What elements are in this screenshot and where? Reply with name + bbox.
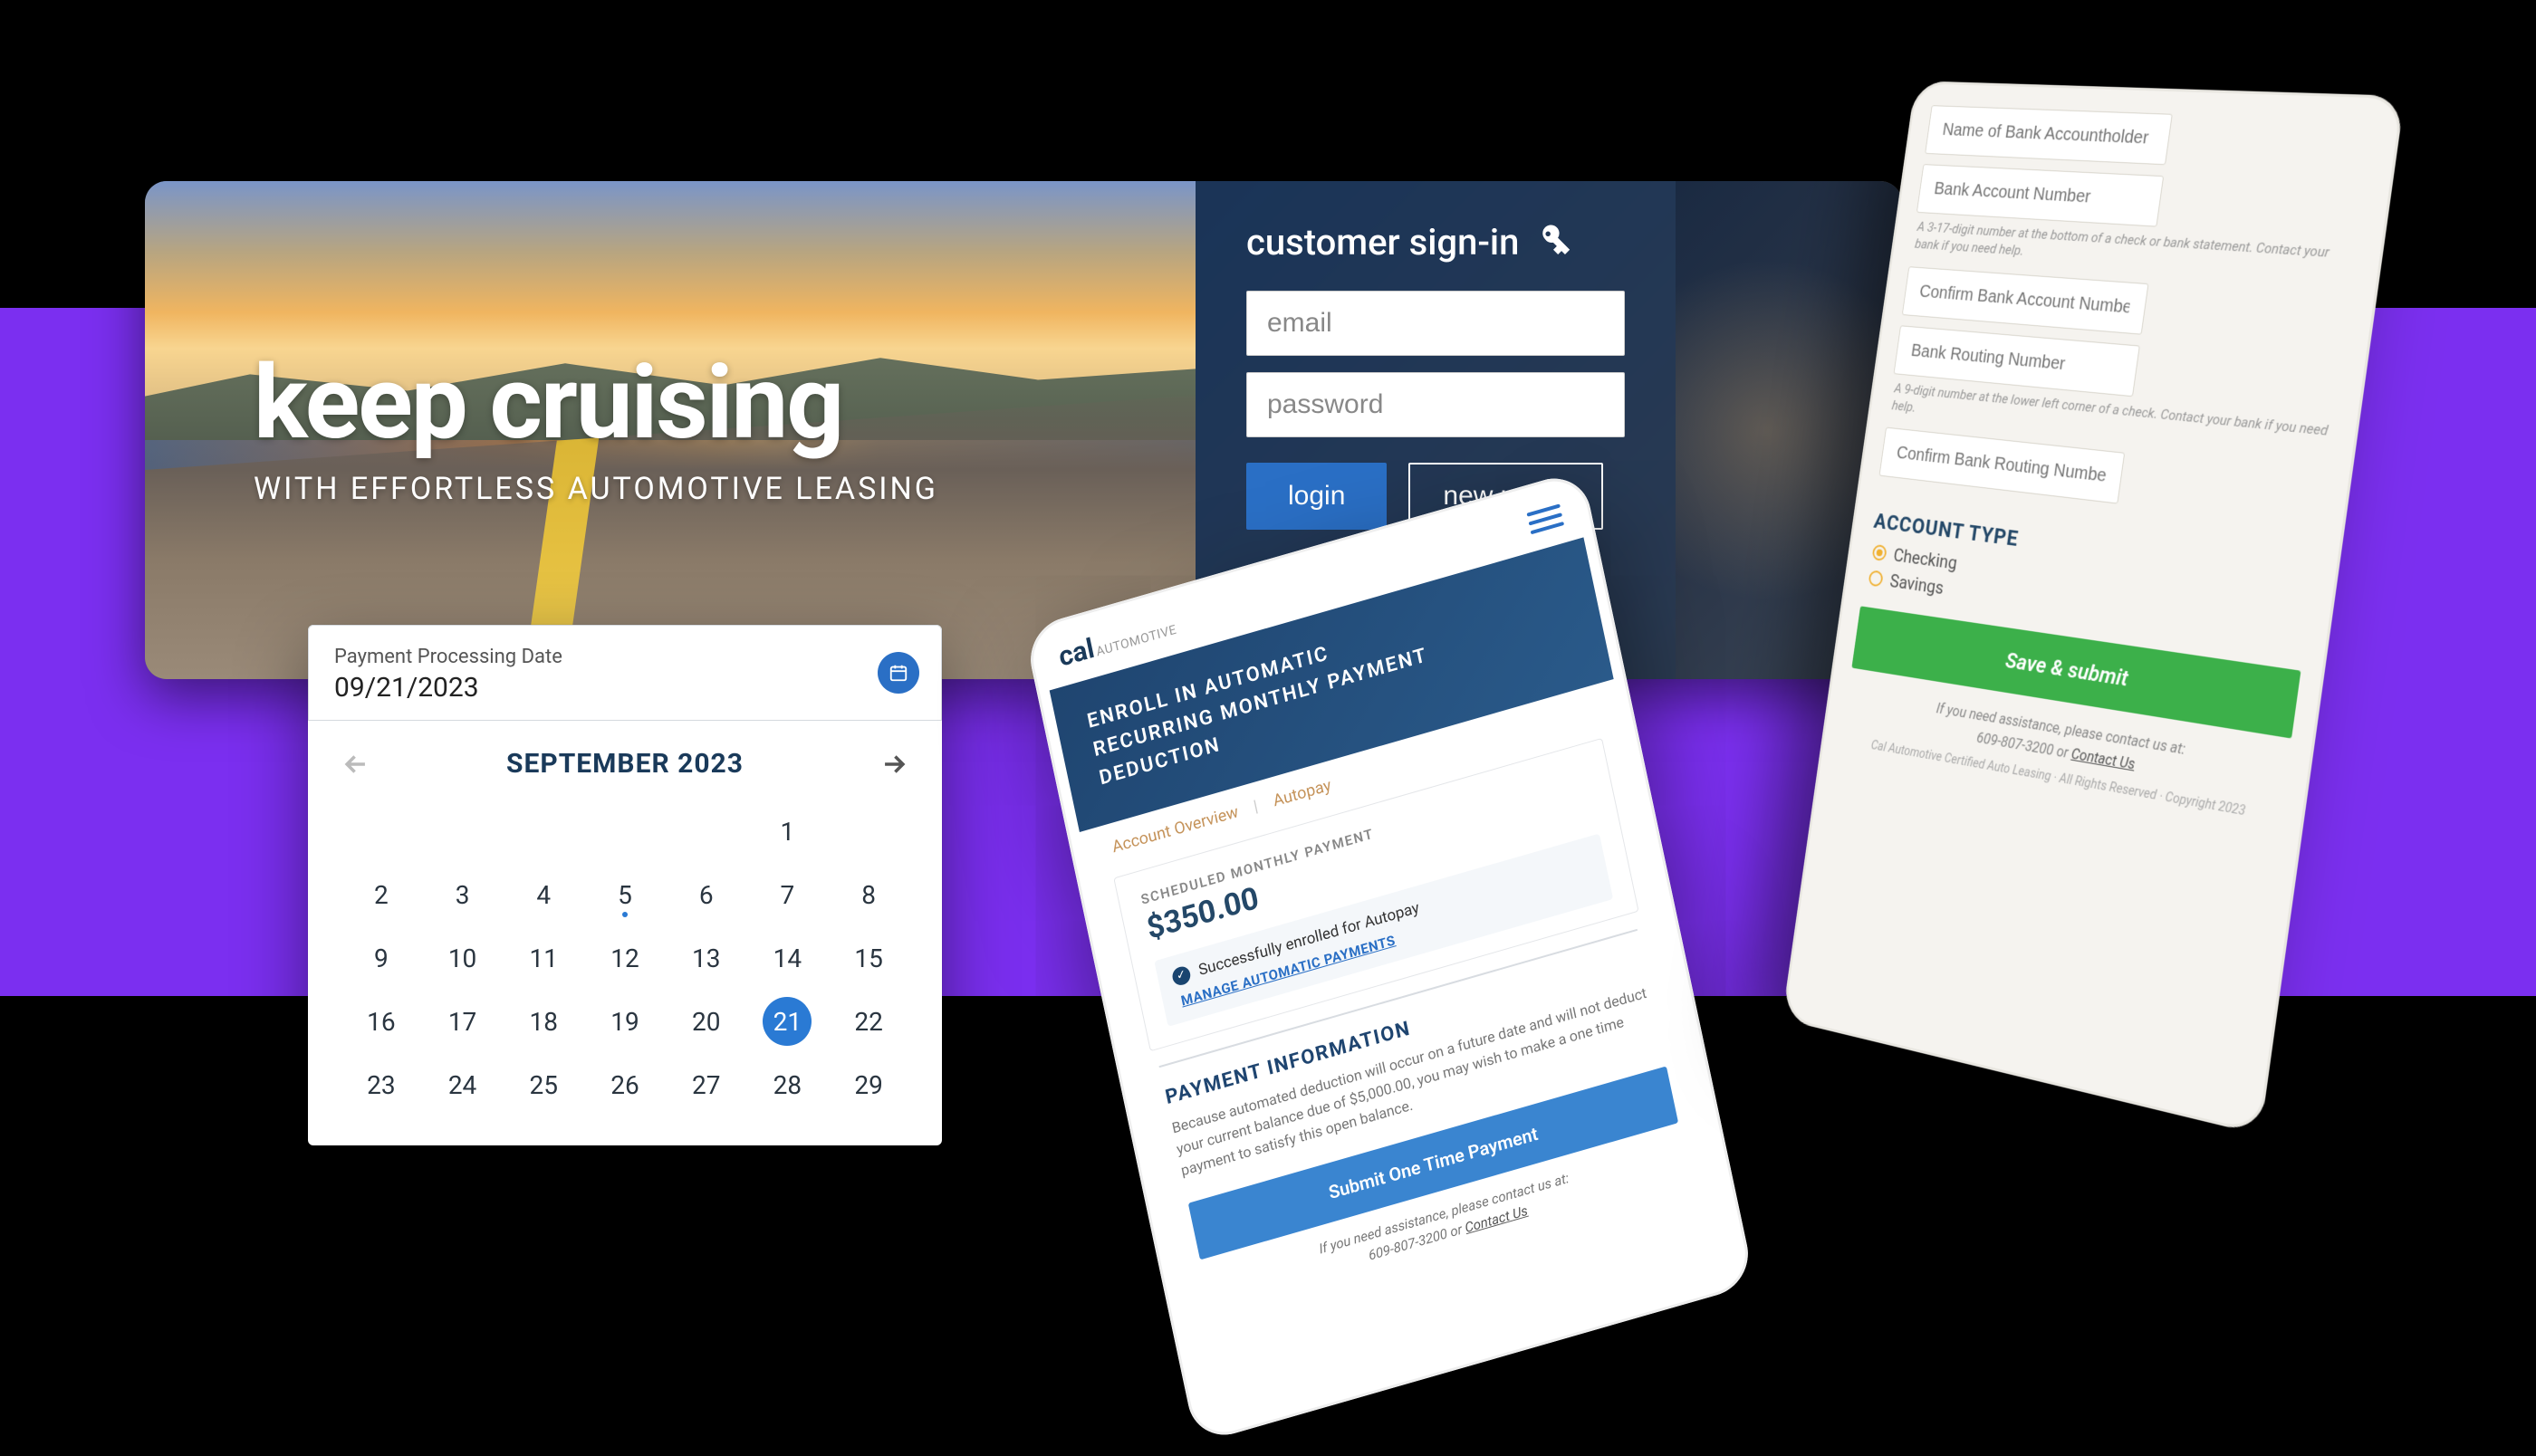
calendar-day[interactable]: 14 [747, 930, 829, 986]
bank-account-input[interactable] [1916, 164, 2164, 227]
prev-month-icon[interactable] [341, 749, 371, 780]
radio-icon [1871, 544, 1887, 561]
calendar-grid: 1234567891011121314151617181920212223242… [341, 803, 909, 1113]
breadcrumb-autopay[interactable]: Autopay [1272, 775, 1333, 810]
calendar-day[interactable]: 3 [422, 867, 504, 923]
calendar-day [422, 803, 504, 859]
hero-subtitle: WITH EFFORTLESS AUTOMOTIVE LEASING [254, 471, 1196, 507]
hamburger-menu-icon[interactable] [1526, 503, 1564, 534]
calendar-day[interactable]: 4 [503, 867, 584, 923]
next-month-icon[interactable] [879, 749, 909, 780]
radio-icon [1868, 570, 1883, 587]
email-input[interactable] [1246, 291, 1625, 356]
calendar-day[interactable]: 26 [584, 1057, 666, 1113]
date-picker-value: 09/21/2023 [334, 672, 916, 704]
login-button[interactable]: login [1246, 463, 1387, 530]
signin-title: customer sign-in [1246, 221, 1519, 263]
calendar-day [341, 803, 422, 859]
radio-savings-label: Savings [1888, 570, 1945, 599]
calendar-day[interactable]: 9 [341, 930, 422, 986]
calendar-day [828, 803, 909, 859]
key-icon [1533, 223, 1573, 263]
confirm-routing-number-input[interactable] [1879, 427, 2126, 504]
calendar-day[interactable]: 17 [422, 993, 504, 1049]
calendar-day [584, 803, 666, 859]
confirm-bank-account-input[interactable] [1902, 266, 2149, 334]
calendar-day[interactable]: 22 [828, 993, 909, 1049]
hero-banner: keep cruising WITH EFFORTLESS AUTOMOTIVE… [145, 181, 1902, 679]
calendar-day[interactable]: 10 [422, 930, 504, 986]
phone2-contact-link[interactable]: Contact Us [2070, 744, 2137, 772]
bank-name-input[interactable] [1925, 105, 2173, 165]
month-label: SEPTEMBER 2023 [506, 748, 744, 780]
hero-image-area: keep cruising WITH EFFORTLESS AUTOMOTIVE… [145, 181, 1196, 679]
phone2-assist-or: or [2052, 742, 2072, 762]
calendar-day[interactable]: 23 [341, 1057, 422, 1113]
calendar-day[interactable]: 20 [666, 993, 747, 1049]
calendar-day[interactable]: 27 [666, 1057, 747, 1113]
calendar-day[interactable]: 24 [422, 1057, 504, 1113]
hero-title: keep cruising [254, 353, 1196, 455]
calendar-day[interactable]: 11 [503, 930, 584, 986]
calendar-day[interactable]: 29 [828, 1057, 909, 1113]
date-picker-input[interactable]: Payment Processing Date 09/21/2023 [308, 625, 942, 721]
calendar-day[interactable]: 12 [584, 930, 666, 986]
calendar-day[interactable]: 7 [747, 867, 829, 923]
calendar-day[interactable]: 15 [828, 930, 909, 986]
calendar-day [503, 803, 584, 859]
calendar-day[interactable]: 2 [341, 867, 422, 923]
breadcrumb-sep: | [1252, 797, 1260, 817]
calendar-day[interactable]: 25 [503, 1057, 584, 1113]
calendar-day[interactable]: 5 [584, 867, 666, 923]
date-picker: Payment Processing Date 09/21/2023 SEPTE… [308, 625, 942, 1145]
check-icon: ✓ [1171, 964, 1192, 987]
calendar-day[interactable]: 1 [747, 803, 829, 859]
password-input[interactable] [1246, 372, 1625, 437]
calendar-day[interactable]: 18 [503, 993, 584, 1049]
calendar-day[interactable]: 13 [666, 930, 747, 986]
calendar-day [666, 803, 747, 859]
calendar-day[interactable]: 19 [584, 993, 666, 1049]
calendar-day[interactable]: 8 [828, 867, 909, 923]
calendar-day[interactable]: 16 [341, 993, 422, 1049]
calendar-day[interactable]: 6 [666, 867, 747, 923]
logo-cal: cal [1056, 633, 1097, 674]
calendar-icon[interactable] [878, 652, 919, 694]
logo-automotive: AUTOMOTIVE [1095, 622, 1178, 659]
radio-checking-label: Checking [1892, 544, 1958, 573]
calendar-day[interactable]: 21 [763, 997, 812, 1046]
date-picker-label: Payment Processing Date [334, 646, 916, 668]
calendar-day[interactable]: 28 [747, 1057, 829, 1113]
